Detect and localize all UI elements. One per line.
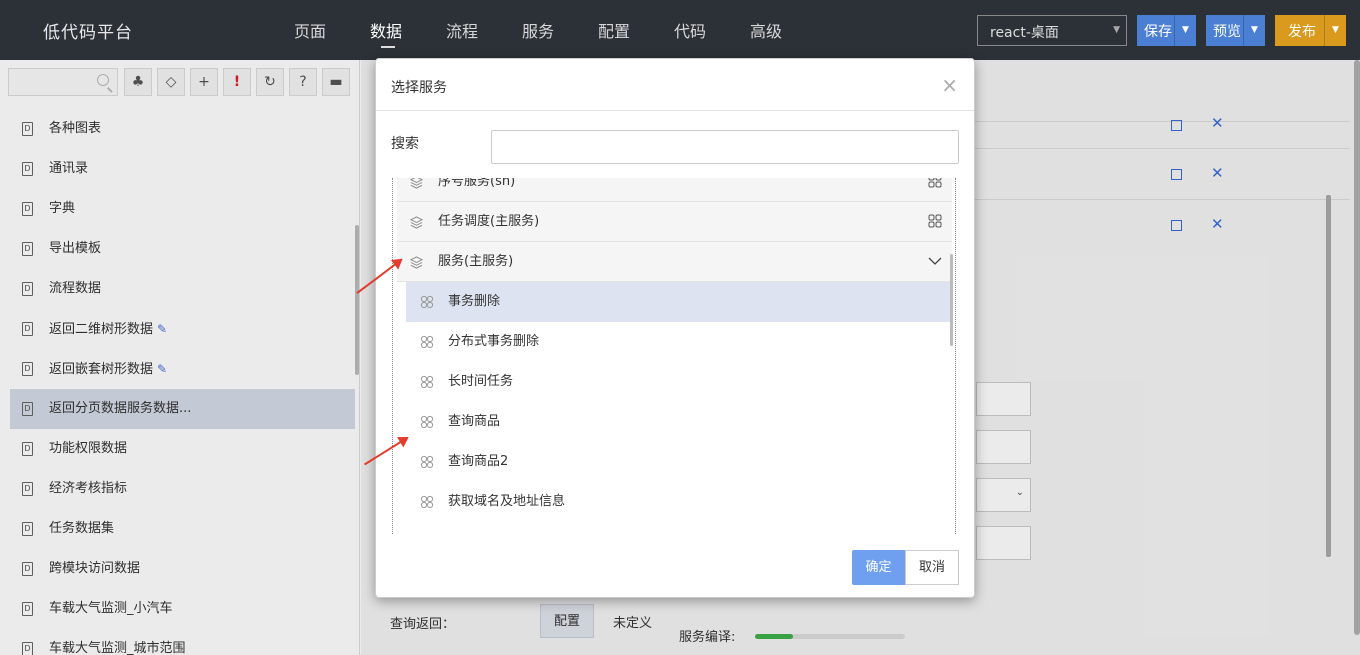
preview-dropdown-icon[interactable]: ▼ (1243, 15, 1265, 46)
service-item[interactable]: 查询商品 (406, 402, 952, 442)
service-search-input[interactable] (491, 130, 959, 164)
preview-button[interactable]: 预览 ▼ (1206, 15, 1265, 46)
select-service-dialog: 选择服务 × 搜索 序号服务(sn) 任务调度(主服务) 服务(主服务) 事务删… (375, 58, 975, 598)
app-select[interactable]: react-桌面 ▼ (977, 15, 1127, 46)
cancel-button[interactable]: 取消 (905, 550, 959, 585)
nav-pages[interactable]: 页面 (294, 18, 326, 42)
service-item[interactable]: 分布式事务删除 (406, 322, 952, 362)
service-item-label: 查询商品 (448, 414, 501, 429)
publish-label: 发布 (1288, 24, 1316, 40)
services-grid-icon[interactable] (928, 214, 942, 228)
service-group-label: 序号服务(sn) (438, 178, 516, 189)
service-group-label: 服务(主服务) (438, 254, 514, 269)
nav-config[interactable]: 配置 (598, 18, 630, 42)
nav-flow[interactable]: 流程 (446, 18, 478, 42)
preview-label: 预览 (1213, 24, 1241, 40)
service-item-label: 获取域名及地址信息 (448, 494, 566, 509)
layers-icon (410, 216, 423, 229)
app-select-value: react-桌面 (990, 25, 1059, 41)
publish-button[interactable]: 发布 ▼ (1275, 15, 1346, 46)
service-item[interactable]: 查询商品2 (406, 442, 952, 482)
layers-icon (410, 178, 423, 189)
service-icon (420, 375, 434, 389)
nav-service[interactable]: 服务 (522, 18, 554, 42)
top-bar: 低代码平台 页面 数据 流程 服务 配置 代码 高级 react-桌面 ▼ 保存… (0, 0, 1360, 60)
service-list-scrollbar[interactable] (950, 254, 953, 346)
save-label: 保存 (1144, 24, 1172, 40)
service-group-expanded[interactable]: 服务(主服务) (397, 242, 952, 282)
service-group[interactable]: 序号服务(sn) (397, 178, 952, 202)
service-item-label: 长时间任务 (448, 374, 514, 389)
publish-dropdown-icon[interactable]: ▼ (1324, 15, 1346, 46)
close-icon[interactable]: × (941, 73, 958, 97)
save-dropdown-icon[interactable]: ▼ (1174, 15, 1196, 46)
service-icon (420, 335, 434, 349)
service-icon (420, 455, 434, 469)
layers-icon (410, 256, 423, 269)
confirm-button[interactable]: 确定 (852, 550, 905, 585)
service-tree: 序号服务(sn) 任务调度(主服务) 服务(主服务) 事务删除 分布式事务删除 … (392, 178, 956, 534)
service-item-selected[interactable]: 事务删除 (406, 282, 952, 322)
divider (376, 110, 974, 111)
chevron-down-icon[interactable] (928, 254, 942, 268)
chevron-down-icon: ▼ (1113, 25, 1120, 35)
nav-code[interactable]: 代码 (674, 18, 706, 42)
service-item-label: 查询商品2 (448, 454, 509, 469)
service-group-label: 任务调度(主服务) (438, 214, 540, 229)
app-logo-title: 低代码平台 (43, 23, 133, 43)
service-item-label: 分布式事务删除 (448, 334, 540, 349)
nav-advanced[interactable]: 高级 (750, 18, 782, 42)
nav-data[interactable]: 数据 (370, 18, 402, 42)
dialog-title: 选择服务 (391, 80, 447, 96)
service-group[interactable]: 任务调度(主服务) (397, 202, 952, 242)
save-button[interactable]: 保存 ▼ (1137, 15, 1196, 46)
search-label: 搜索 (391, 136, 419, 152)
service-item-label: 事务删除 (448, 294, 501, 309)
service-icon (420, 415, 434, 429)
services-grid-icon[interactable] (928, 178, 942, 188)
service-item[interactable]: 长时间任务 (406, 362, 952, 402)
service-icon (420, 295, 434, 309)
service-icon (420, 495, 434, 509)
nav-active-indicator (381, 46, 395, 48)
service-item[interactable]: 获取域名及地址信息 (406, 482, 952, 522)
